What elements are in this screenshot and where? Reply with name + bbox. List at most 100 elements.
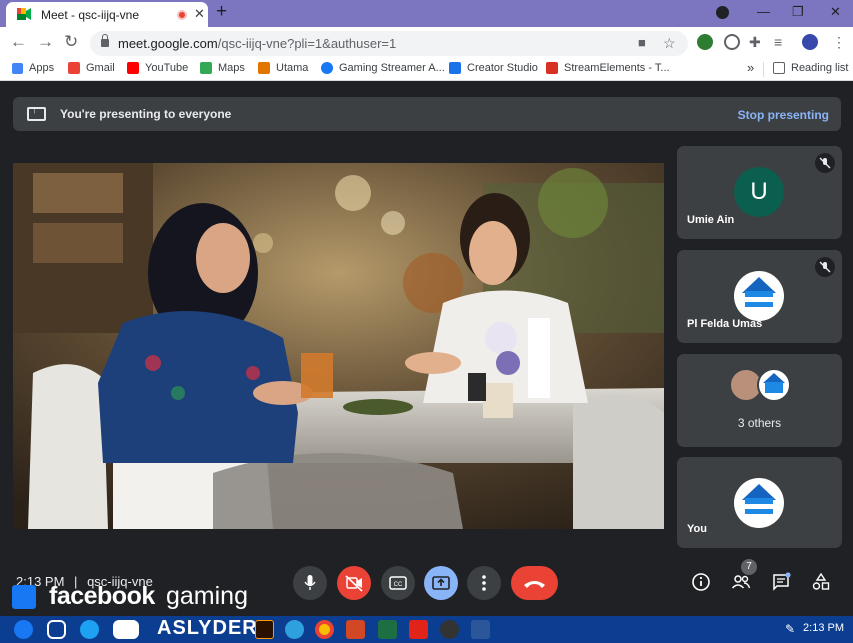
pen-icon[interactable]: ✎ (785, 622, 799, 636)
maps-icon (200, 62, 212, 74)
facebook-gaming-logo-icon (12, 585, 36, 609)
lock-icon (101, 34, 109, 47)
channel-handle: ASLYDER (157, 617, 258, 639)
people-count-badge: 7 (741, 559, 757, 575)
windows-taskbar: ASLYDER ✎ 2:13 PM (0, 616, 853, 643)
divider (763, 62, 764, 77)
bookmark-item[interactable]: Utama (258, 62, 308, 74)
people-button[interactable] (731, 572, 751, 592)
bookmark-item[interactable]: YouTube (127, 62, 188, 74)
mic-off-icon (815, 153, 835, 173)
close-window-icon[interactable]: ✕ (830, 4, 841, 20)
people-icon (731, 575, 751, 589)
participant-name: Umie Ain (687, 214, 735, 226)
url-text: meet.google.com/qsc-iijq-vne?pli=1&authu… (118, 36, 397, 51)
recording-indicator-icon (177, 10, 187, 20)
gmail-icon (68, 62, 80, 74)
microphone-icon (304, 575, 316, 590)
bookmark-item[interactable]: Maps (200, 62, 245, 74)
activities-button[interactable] (811, 572, 831, 592)
bookmarks-overflow-icon[interactable]: » (747, 60, 754, 75)
more-options-button[interactable] (467, 566, 501, 600)
bookmarks-bar: Apps Gmail YouTube Maps Utama Gaming Str… (0, 59, 853, 81)
participant-tile-others[interactable]: 3 others (677, 354, 842, 447)
facebook-icon (321, 62, 333, 74)
avatar: U (734, 167, 784, 217)
shared-video-frame (13, 163, 664, 529)
address-bar[interactable]: meet.google.com/qsc-iijq-vne?pli=1&authu… (90, 31, 688, 56)
powerpoint-icon[interactable] (346, 620, 365, 639)
camera-off-icon (345, 575, 363, 592)
reload-icon[interactable]: ↻ (64, 32, 78, 52)
browser-tab-strip: Meet - qsc-iijq-vne ✕ + — ❐ ✕ (0, 0, 853, 27)
excel-icon[interactable] (378, 620, 397, 639)
bookmark-item[interactable]: Gaming Streamer A... (321, 62, 445, 74)
restore-icon[interactable]: ❐ (792, 4, 804, 20)
new-tab-button[interactable]: + (216, 1, 227, 23)
skype-icon[interactable] (285, 620, 304, 639)
participant-tile-self[interactable]: You (677, 457, 842, 548)
bookmark-star-icon[interactable]: ☆ (663, 35, 676, 52)
browser-toolbar: ← → ↻ meet.google.com/qsc-iijq-vne?pli=1… (0, 27, 853, 59)
tab-meet[interactable]: Meet - qsc-iijq-vne ✕ (6, 2, 208, 27)
performance-icon[interactable] (724, 34, 740, 50)
camera-icon[interactable]: ■ (638, 35, 646, 50)
facebook-wordmark: facebook (49, 582, 155, 610)
presenting-status: You're presenting to everyone (60, 107, 232, 121)
media-queue-icon[interactable]: ≡ (774, 34, 782, 50)
more-vert-icon (482, 575, 486, 591)
gaming-wordmark: gaming (166, 582, 248, 610)
others-count: 3 others (737, 416, 782, 430)
present-screen-icon (27, 104, 46, 121)
bookmark-item[interactable]: Gmail (68, 62, 115, 74)
participant-name: You (687, 523, 707, 535)
reading-list-button[interactable]: Reading list (773, 62, 848, 74)
extension-icon[interactable] (697, 34, 713, 50)
creator-studio-icon (449, 62, 461, 74)
illustrator-icon[interactable] (255, 620, 274, 639)
chrome-icon[interactable] (315, 620, 334, 639)
bookmark-item[interactable]: Apps (12, 62, 54, 74)
pusat-internet-logo (734, 271, 784, 321)
twitter-icon (80, 620, 99, 639)
menu-kebab-icon[interactable]: ⋮ (832, 34, 846, 51)
presenting-banner: You're presenting to everyone Stop prese… (13, 97, 841, 131)
pusat-internet-logo (734, 478, 784, 528)
minimize-icon[interactable]: — (757, 4, 770, 19)
avatar[interactable] (802, 34, 818, 50)
participant-tile[interactable]: Pl Felda Umas (677, 250, 842, 343)
back-arrow-icon[interactable]: ← (10, 32, 27, 52)
word-icon[interactable] (471, 620, 490, 639)
participant-name: Pl Felda Umas (687, 318, 763, 330)
info-icon (692, 573, 710, 591)
obs-icon[interactable] (440, 620, 459, 639)
svg-text:CC: CC (394, 582, 403, 588)
captions-button[interactable]: CC (381, 566, 415, 600)
acrobat-icon[interactable] (409, 620, 428, 639)
extensions-puzzle-icon[interactable]: ✚ (749, 34, 761, 51)
bookmark-item[interactable]: Creator Studio (449, 62, 538, 74)
meeting-info-button[interactable] (691, 572, 711, 592)
camera-toggle-button[interactable] (337, 566, 371, 600)
presentation-stage (13, 163, 664, 529)
streamelements-icon (546, 62, 558, 74)
leave-call-button[interactable] (511, 566, 558, 600)
apps-grid-icon (12, 62, 23, 74)
present-screen-icon (432, 576, 450, 590)
reading-list-icon (773, 62, 785, 74)
closed-captions-icon: CC (389, 576, 407, 590)
stop-presenting-button[interactable]: Stop presenting (738, 108, 829, 122)
present-now-button[interactable] (424, 566, 458, 600)
forward-arrow-icon[interactable]: → (37, 32, 54, 52)
tab-title: Meet - qsc-iijq-vne (41, 8, 140, 22)
chat-icon (773, 572, 791, 591)
mic-off-icon (815, 257, 835, 277)
bookmark-item[interactable]: StreamElements - T... (546, 62, 670, 74)
participant-tile[interactable]: U Umie Ain (677, 146, 842, 239)
profile-dropdown-icon[interactable] (716, 6, 729, 19)
chat-button[interactable] (771, 572, 791, 592)
google-meet-icon (17, 8, 31, 20)
pusat-internet-logo (757, 368, 791, 402)
close-tab-icon[interactable]: ✕ (194, 6, 205, 22)
mic-toggle-button[interactable] (293, 566, 327, 600)
